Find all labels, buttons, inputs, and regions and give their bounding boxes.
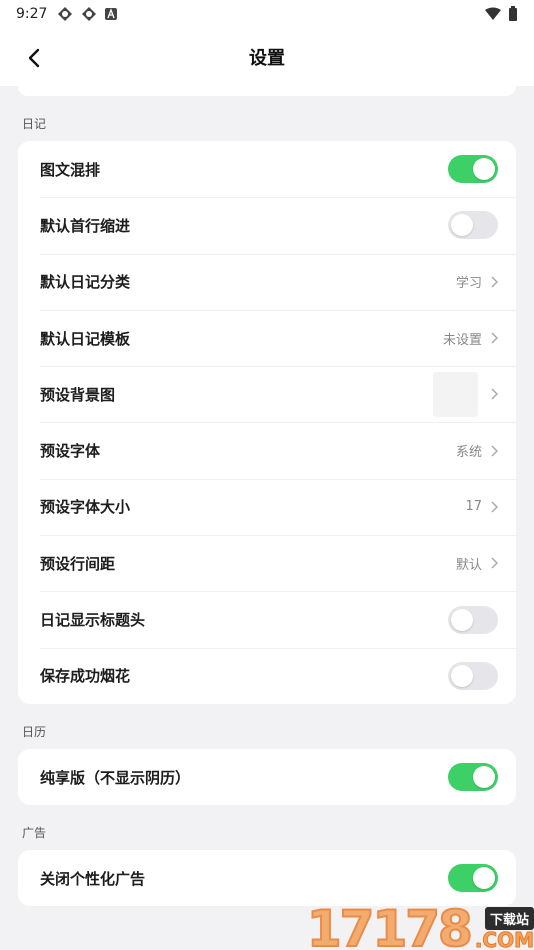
app-a-icon	[105, 8, 118, 20]
watermark-number: 17178	[306, 900, 474, 950]
status-time: 9:27	[16, 6, 48, 22]
chevron-right-icon	[491, 557, 498, 569]
background-image-thumbnail	[433, 371, 478, 417]
save-fireworks-toggle[interactable]	[448, 661, 498, 690]
setting-label: 默认日记模板	[40, 329, 131, 348]
setting-row-image-text-mix[interactable]: 图文混排	[18, 141, 516, 197]
setting-label: 图文混排	[40, 160, 101, 179]
site-watermark: 17178 下载站 .COM	[304, 890, 534, 950]
calendar-settings-card: 纯享版（不显示阴历）	[18, 749, 516, 806]
setting-row-font[interactable]: 预设字体 系统	[18, 422, 516, 478]
chevron-right-icon	[491, 388, 498, 400]
section-label-ads: 广告	[22, 826, 47, 840]
chevron-right-icon	[491, 501, 498, 513]
setting-label: 纯享版（不显示阴历）	[40, 768, 191, 787]
setting-label: 关闭个性化广告	[40, 869, 146, 888]
show-title-header-toggle[interactable]	[448, 605, 498, 634]
title-bar: 设置	[0, 28, 534, 86]
chevron-right-icon	[491, 445, 498, 457]
watermark-tag: 下载站	[484, 907, 534, 930]
app-notification-icon	[82, 7, 97, 21]
setting-value: 未设置	[442, 332, 482, 348]
setting-row-default-template[interactable]: 默认日记模板 未设置	[18, 309, 516, 366]
setting-label: 保存成功烟花	[40, 667, 131, 686]
setting-row-pure-version[interactable]: 纯享版（不显示阴历）	[18, 749, 516, 805]
first-line-indent-toggle[interactable]	[448, 211, 498, 240]
setting-label: 预设背景图	[40, 385, 116, 404]
setting-label: 预设字体	[40, 442, 101, 461]
setting-row-font-size[interactable]: 预设字体大小 17	[18, 478, 516, 535]
setting-label: 预设字体大小	[40, 498, 131, 517]
setting-label: 日记显示标题头	[40, 611, 146, 630]
setting-value: 系统	[455, 445, 482, 461]
wifi-icon	[485, 7, 501, 20]
personalized-ads-toggle[interactable]	[448, 864, 498, 893]
pure-version-toggle[interactable]	[448, 763, 498, 792]
setting-value: 学习	[455, 276, 482, 292]
setting-row-show-title-header[interactable]: 日记显示标题头	[18, 591, 516, 647]
setting-value: 17	[465, 499, 482, 515]
setting-label: 默认日记分类	[40, 273, 131, 292]
setting-label: 预设行间距	[40, 554, 116, 573]
section-label-diary: 日记	[22, 117, 47, 131]
image-text-mix-toggle[interactable]	[448, 155, 498, 184]
setting-label: 默认首行缩进	[40, 216, 131, 235]
setting-row-save-fireworks[interactable]: 保存成功烟花	[18, 647, 516, 704]
chevron-right-icon	[491, 276, 498, 288]
back-button[interactable]	[18, 42, 50, 74]
battery-icon	[509, 6, 517, 21]
diary-settings-card: 图文混排 默认首行缩进 默认日记分类 学习 默认日记模板 未设置 预设背景图 预…	[18, 141, 516, 704]
chevron-right-icon	[491, 332, 498, 344]
status-bar: 9:27	[0, 0, 534, 28]
app-notification-icon	[58, 7, 73, 21]
setting-row-background-image[interactable]: 预设背景图	[18, 366, 516, 422]
setting-row-line-spacing[interactable]: 预设行间距 默认	[18, 535, 516, 591]
page-title: 设置	[249, 48, 285, 69]
section-label-calendar: 日历	[22, 725, 47, 739]
setting-row-first-line-indent[interactable]: 默认首行缩进	[18, 197, 516, 253]
previous-card-edge	[18, 86, 516, 96]
setting-value: 默认	[455, 557, 482, 573]
back-arrow-icon	[28, 48, 40, 68]
setting-row-default-category[interactable]: 默认日记分类 学习	[18, 253, 516, 310]
watermark-suffix: .COM	[474, 928, 534, 950]
